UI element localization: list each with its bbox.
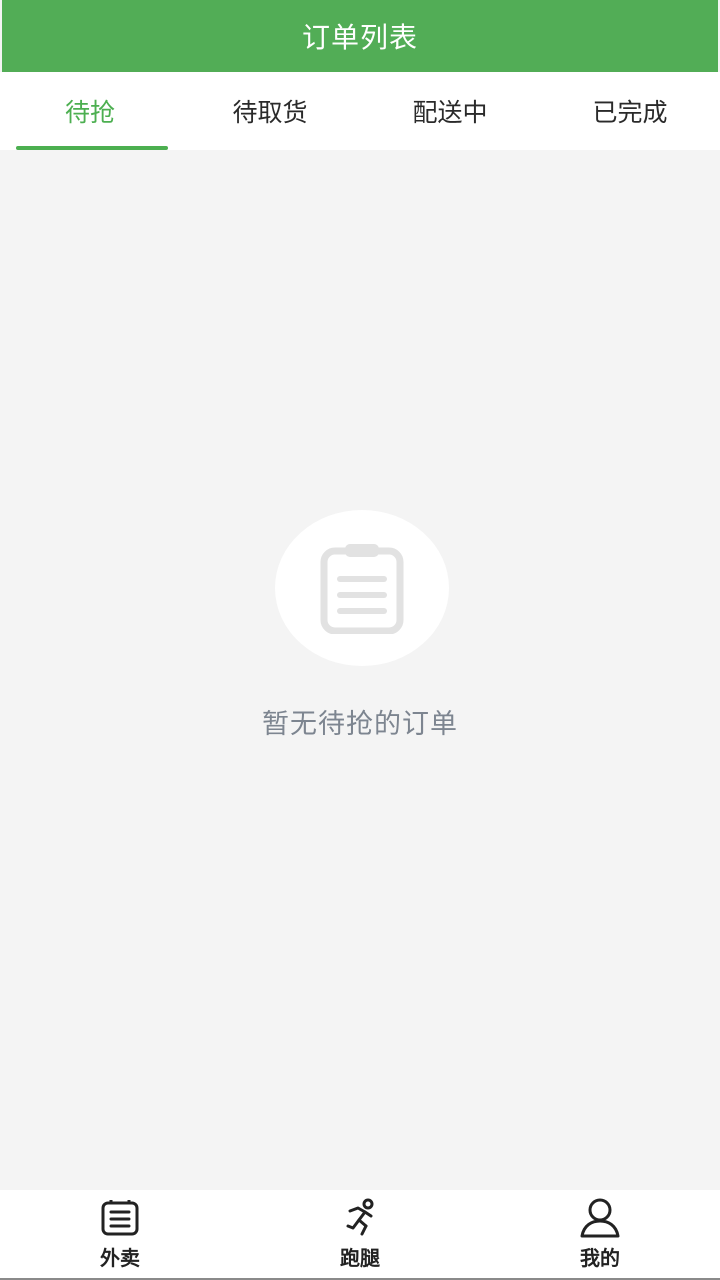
nav-errand-label: 跑腿: [340, 1246, 380, 1270]
active-tab-indicator: [16, 146, 168, 150]
empty-state: 暂无待抢的订单: [0, 510, 720, 741]
runner-icon: [338, 1198, 382, 1238]
tab-delivering[interactable]: 配送中: [360, 72, 540, 150]
nav-takeout-label: 外卖: [100, 1246, 140, 1270]
tab-pending-grab[interactable]: 待抢: [0, 72, 180, 150]
header-bar: 订单列表: [2, 0, 718, 72]
clipboard-icon: [320, 544, 404, 634]
order-status-tabs: 待抢 待取货 配送中 已完成: [0, 72, 720, 150]
tab-label: 待取货: [232, 98, 308, 127]
nav-mine-label: 我的: [580, 1246, 620, 1270]
tab-completed[interactable]: 已完成: [540, 72, 720, 150]
user-icon: [578, 1198, 622, 1238]
tab-label: 已完成: [592, 98, 668, 127]
empty-message: 暂无待抢的订单: [262, 709, 458, 740]
tab-pending-pickup[interactable]: 待取货: [180, 72, 360, 150]
empty-icon-circle: [275, 510, 449, 666]
nav-takeout[interactable]: 外卖: [0, 1190, 240, 1278]
nav-errand[interactable]: 跑腿: [240, 1190, 480, 1278]
list-document-icon: [98, 1198, 142, 1238]
app-screen: 订单列表 待抢 待取货 配送中 已完成 暂无待抢的订单 外卖 跑腿 我的: [0, 0, 720, 1280]
nav-mine[interactable]: 我的: [480, 1190, 720, 1278]
bottom-navigation: 外卖 跑腿 我的: [0, 1190, 720, 1280]
page-title: 订单列表: [301, 21, 418, 54]
tab-label: 待抢: [64, 98, 115, 127]
tab-label: 配送中: [412, 98, 488, 127]
